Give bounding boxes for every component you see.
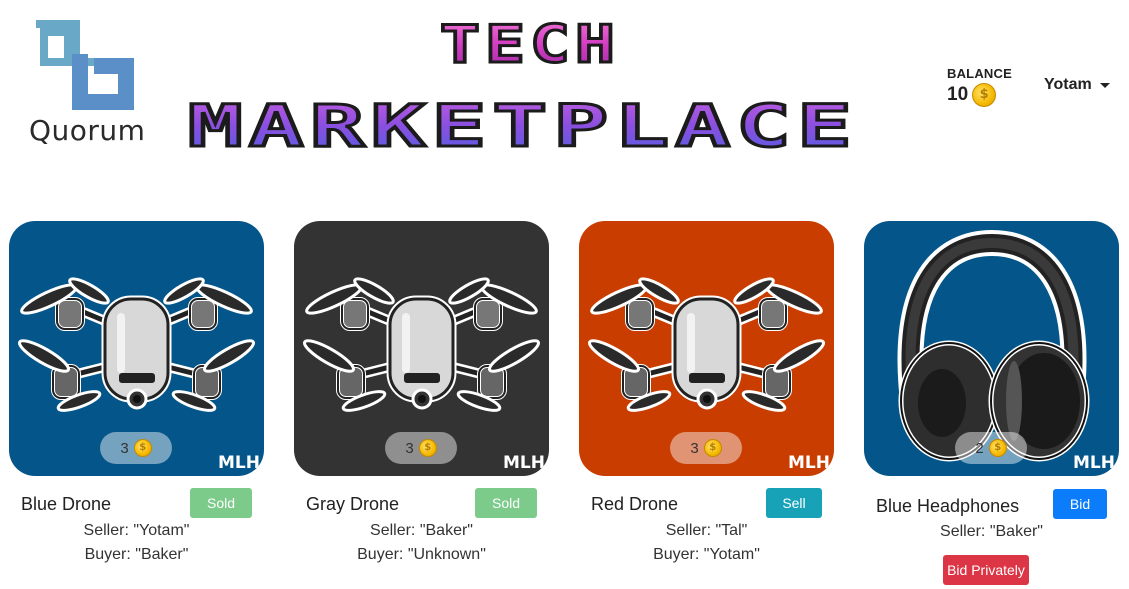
product-image[interactable]: 3 MLH <box>579 221 834 476</box>
svg-text:MLH: MLH <box>218 453 260 473</box>
seller-label: Seller: "Tal" <box>665 522 748 539</box>
seller-label: Seller: "Baker" <box>370 522 473 539</box>
bid-privately-button[interactable]: Bid Privately <box>943 555 1029 585</box>
balance-label: BALANCE <box>947 66 1012 81</box>
product-name: Blue Headphones <box>876 496 1020 516</box>
price-badge: 3 <box>385 432 457 464</box>
mlh-logo: MLH <box>503 453 545 473</box>
product-card: 3 MLH Red Drone Sell Seller: "Tal" Buyer… <box>579 221 834 563</box>
sell-button[interactable]: Sell <box>766 488 822 518</box>
mlh-logo: MLH <box>218 453 260 473</box>
coin-icon <box>703 439 722 457</box>
coin-icon <box>133 439 152 457</box>
price-badge: 3 <box>670 432 742 464</box>
product-name: Gray Drone <box>306 494 400 514</box>
user-name: Yotam <box>1044 76 1092 93</box>
buyer-label: Buyer: "Unknown" <box>357 546 486 563</box>
buyer-label: Buyer: "Baker" <box>84 546 189 563</box>
svg-text:MLH: MLH <box>788 453 830 473</box>
product-image[interactable]: 3 MLH <box>9 221 264 476</box>
quorum-logo-icon <box>36 20 134 110</box>
product-card: 2 MLH Blue Headphones Bid Seller: "Baker… <box>864 221 1119 585</box>
logo-text: Quorum <box>29 114 146 147</box>
coin-icon <box>988 439 1007 457</box>
product-image[interactable]: 2 MLH <box>864 221 1119 476</box>
mlh-logo: MLH <box>788 453 830 473</box>
sold-button[interactable]: Sold <box>190 488 252 518</box>
user-menu-dropdown[interactable]: Yotam <box>1044 76 1110 94</box>
caret-down-icon <box>1099 82 1110 88</box>
price-value: 2 <box>975 439 984 457</box>
product-card: 3 MLH Blue Drone Sold Seller: "Yotam" Bu… <box>9 221 264 563</box>
site-title: TECH MARKETPLACE <box>180 14 870 164</box>
balance-value: 10 <box>947 84 969 105</box>
price-value: 3 <box>690 439 699 457</box>
svg-text:MLH: MLH <box>1073 453 1115 473</box>
product-card: 3 MLH Gray Drone Sold Seller: "Baker" Bu… <box>294 221 549 563</box>
product-image[interactable]: 3 MLH <box>294 221 549 476</box>
title-line-tech: TECH <box>440 15 620 75</box>
title-line-marketplace: MARKETPLACE <box>188 92 858 160</box>
coin-icon <box>418 439 437 457</box>
product-name: Red Drone <box>591 494 679 514</box>
balance-widget: BALANCE 10 <box>947 66 1012 107</box>
svg-text:MLH: MLH <box>503 453 545 473</box>
coin-icon <box>972 83 997 107</box>
seller-label: Seller: "Yotam" <box>83 522 190 539</box>
buyer-label: Buyer: "Yotam" <box>653 546 760 563</box>
seller-label: Seller: "Baker" <box>940 523 1043 540</box>
product-name: Blue Drone <box>21 494 112 514</box>
price-value: 3 <box>405 439 414 457</box>
price-badge: 2 <box>955 432 1027 464</box>
sold-button[interactable]: Sold <box>475 488 537 518</box>
price-value: 3 <box>120 439 129 457</box>
mlh-logo: MLH <box>1073 453 1115 473</box>
site-header: Quorum TECH MARKETPLACE BALANCE 10 Yotam <box>0 0 1129 200</box>
bid-button[interactable]: Bid <box>1053 489 1107 519</box>
price-badge: 3 <box>100 432 172 464</box>
